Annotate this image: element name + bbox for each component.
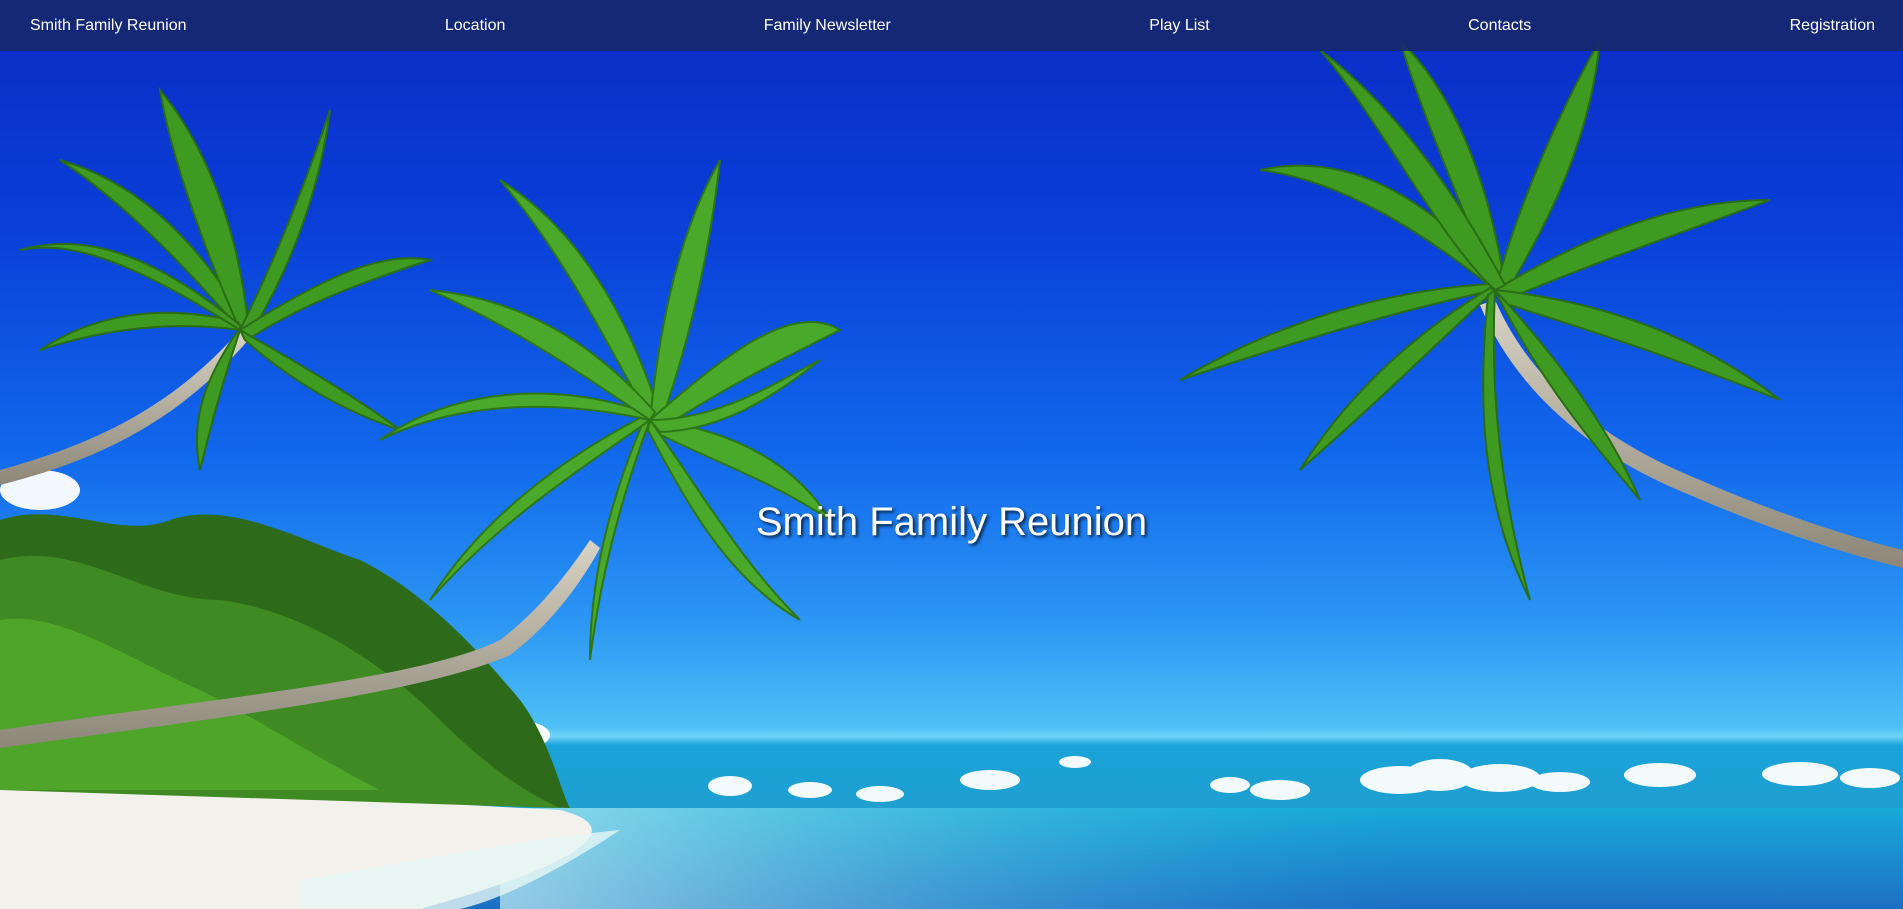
- nav-item-location[interactable]: Location: [445, 17, 506, 35]
- nav-item-contacts[interactable]: Contacts: [1468, 17, 1531, 35]
- top-navigation-bar: Smith Family Reunion Location Family New…: [0, 0, 1903, 51]
- beach-palm-scene: [0, 36, 1903, 909]
- hero-title: Smith Family Reunion: [755, 500, 1148, 544]
- nav-item-play-list[interactable]: Play List: [1149, 17, 1209, 35]
- hero-background: Smith Family Reunion Location Family New…: [0, 0, 1903, 909]
- nav-home-brand[interactable]: Smith Family Reunion: [30, 17, 187, 35]
- nav-item-family-newsletter[interactable]: Family Newsletter: [764, 17, 891, 35]
- nav-item-registration[interactable]: Registration: [1790, 17, 1875, 35]
